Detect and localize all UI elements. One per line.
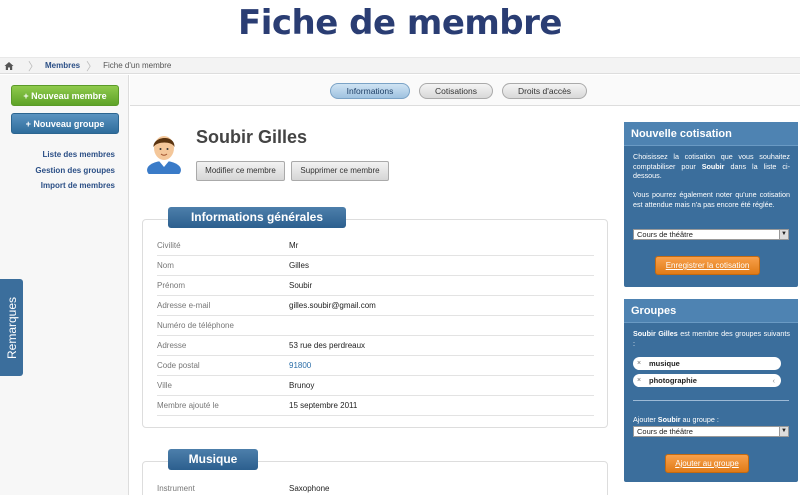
field-label: Ville	[157, 381, 172, 390]
sidebar-links: Liste des membres Gestion des groupes Im…	[35, 147, 115, 194]
table-row: Civilité Mr	[157, 236, 594, 256]
postal-code-link[interactable]: 91800	[289, 361, 311, 370]
tab-access-rights[interactable]: Droits d'accès	[502, 83, 587, 99]
edit-member-button[interactable]: Modifier ce membre	[196, 161, 285, 181]
new-contribution-note: Vous pourrez également noter qu'une coti…	[633, 190, 790, 209]
field-label: Nom	[157, 261, 174, 270]
groups-heading: Groupes	[624, 299, 798, 323]
page-title: Fiche de membre	[238, 3, 562, 43]
new-group-button[interactable]: + Nouveau groupe	[11, 113, 119, 134]
field-value: gilles.soubir@gmail.com	[289, 301, 376, 310]
divider	[633, 400, 789, 401]
field-label: Civilité	[157, 241, 181, 250]
save-contribution-button[interactable]: Enregistrer la cotisation	[655, 256, 760, 275]
table-row: Numéro de téléphone	[157, 316, 594, 336]
field-value: Mr	[289, 241, 299, 250]
table-row: Adresse e-mail gilles.soubir@gmail.com	[157, 296, 594, 316]
general-info-heading: Informations générales	[168, 207, 346, 228]
table-row: Code postal 91800	[157, 356, 594, 376]
field-label: Membre ajouté le	[157, 401, 219, 410]
remove-icon[interactable]: ×	[637, 374, 641, 387]
groups-panel: Groupes Soubir Gilles est membre des gro…	[624, 299, 798, 482]
group-select[interactable]: Cours de théâtre ▼	[633, 426, 789, 437]
tab-cotisations[interactable]: Cotisations	[419, 83, 493, 99]
chevron-down-icon: ▼	[779, 427, 788, 436]
new-contribution-text: Choisissez la cotisation que vous souhai…	[633, 152, 790, 180]
chevron-down-icon: ▼	[779, 230, 788, 239]
table-row: Instrument Saxophone	[157, 479, 594, 495]
table-row: Nom Gilles	[157, 256, 594, 276]
sidebar-item-group-management[interactable]: Gestion des groupes	[35, 163, 115, 179]
tab-informations[interactable]: Informations	[330, 83, 410, 99]
chevron-left-icon: ‹	[772, 376, 776, 385]
breadcrumb-current: Fiche d'un membre	[103, 61, 172, 70]
sidebar-item-member-import[interactable]: Import de membres	[35, 178, 115, 194]
groups-text: Soubir Gilles est membre des groupes sui…	[633, 329, 790, 348]
chevron-right-icon: 〉	[86, 60, 98, 73]
contribution-select[interactable]: Cours de théâtre ▼	[633, 229, 789, 240]
tab-bar: Informations Cotisations Droits d'accès	[130, 75, 800, 106]
field-value: Brunoy	[289, 381, 315, 390]
breadcrumb-members-link[interactable]: Membres	[45, 61, 80, 70]
sidebar-item-member-list[interactable]: Liste des membres	[35, 147, 115, 163]
music-heading: Musique	[168, 449, 258, 470]
remarks-tab[interactable]: Remarques	[0, 279, 23, 376]
field-label: Numéro de téléphone	[157, 321, 234, 330]
new-member-button[interactable]: + Nouveau membre	[11, 85, 119, 106]
group-tag-photographie[interactable]: × photographie ‹	[633, 374, 781, 387]
field-label: Code postal	[157, 361, 200, 370]
field-value: 15 septembre 2011	[289, 401, 358, 410]
field-label: Prénom	[157, 281, 186, 290]
field-label: Instrument	[157, 484, 195, 493]
delete-member-button[interactable]: Supprimer ce membre	[291, 161, 389, 181]
home-icon[interactable]	[4, 61, 14, 71]
add-to-group-button[interactable]: Ajouter au groupe	[665, 454, 749, 473]
field-value: Soubir	[289, 281, 313, 290]
remarks-tab-label: Remarques	[4, 296, 19, 359]
table-row: Ville Brunoy	[157, 376, 594, 396]
table-row: Adresse 53 rue des perdreaux	[157, 336, 594, 356]
new-contribution-heading: Nouvelle cotisation	[624, 122, 798, 146]
field-label: Adresse	[157, 341, 187, 350]
breadcrumb: 〉 Membres 〉 Fiche d'un membre	[0, 57, 800, 74]
new-contribution-panel: Nouvelle cotisation Choisissez la cotisa…	[624, 122, 798, 287]
table-row: Membre ajouté le 15 septembre 2011	[157, 396, 594, 416]
user-avatar-icon	[147, 136, 181, 174]
group-tag-musique[interactable]: × musique	[633, 357, 781, 370]
field-value: Gilles	[289, 261, 310, 270]
member-name: Soubir Gilles	[196, 127, 308, 147]
table-row: Prénom Soubir	[157, 276, 594, 296]
remove-icon[interactable]: ×	[637, 357, 641, 370]
field-label: Adresse e-mail	[157, 301, 211, 310]
add-to-group-label: Ajouter Soubir au groupe :	[633, 415, 719, 424]
field-value: Saxophone	[289, 484, 330, 493]
chevron-right-icon: 〉	[28, 60, 39, 73]
field-value: 53 rue des perdreaux	[289, 341, 366, 350]
